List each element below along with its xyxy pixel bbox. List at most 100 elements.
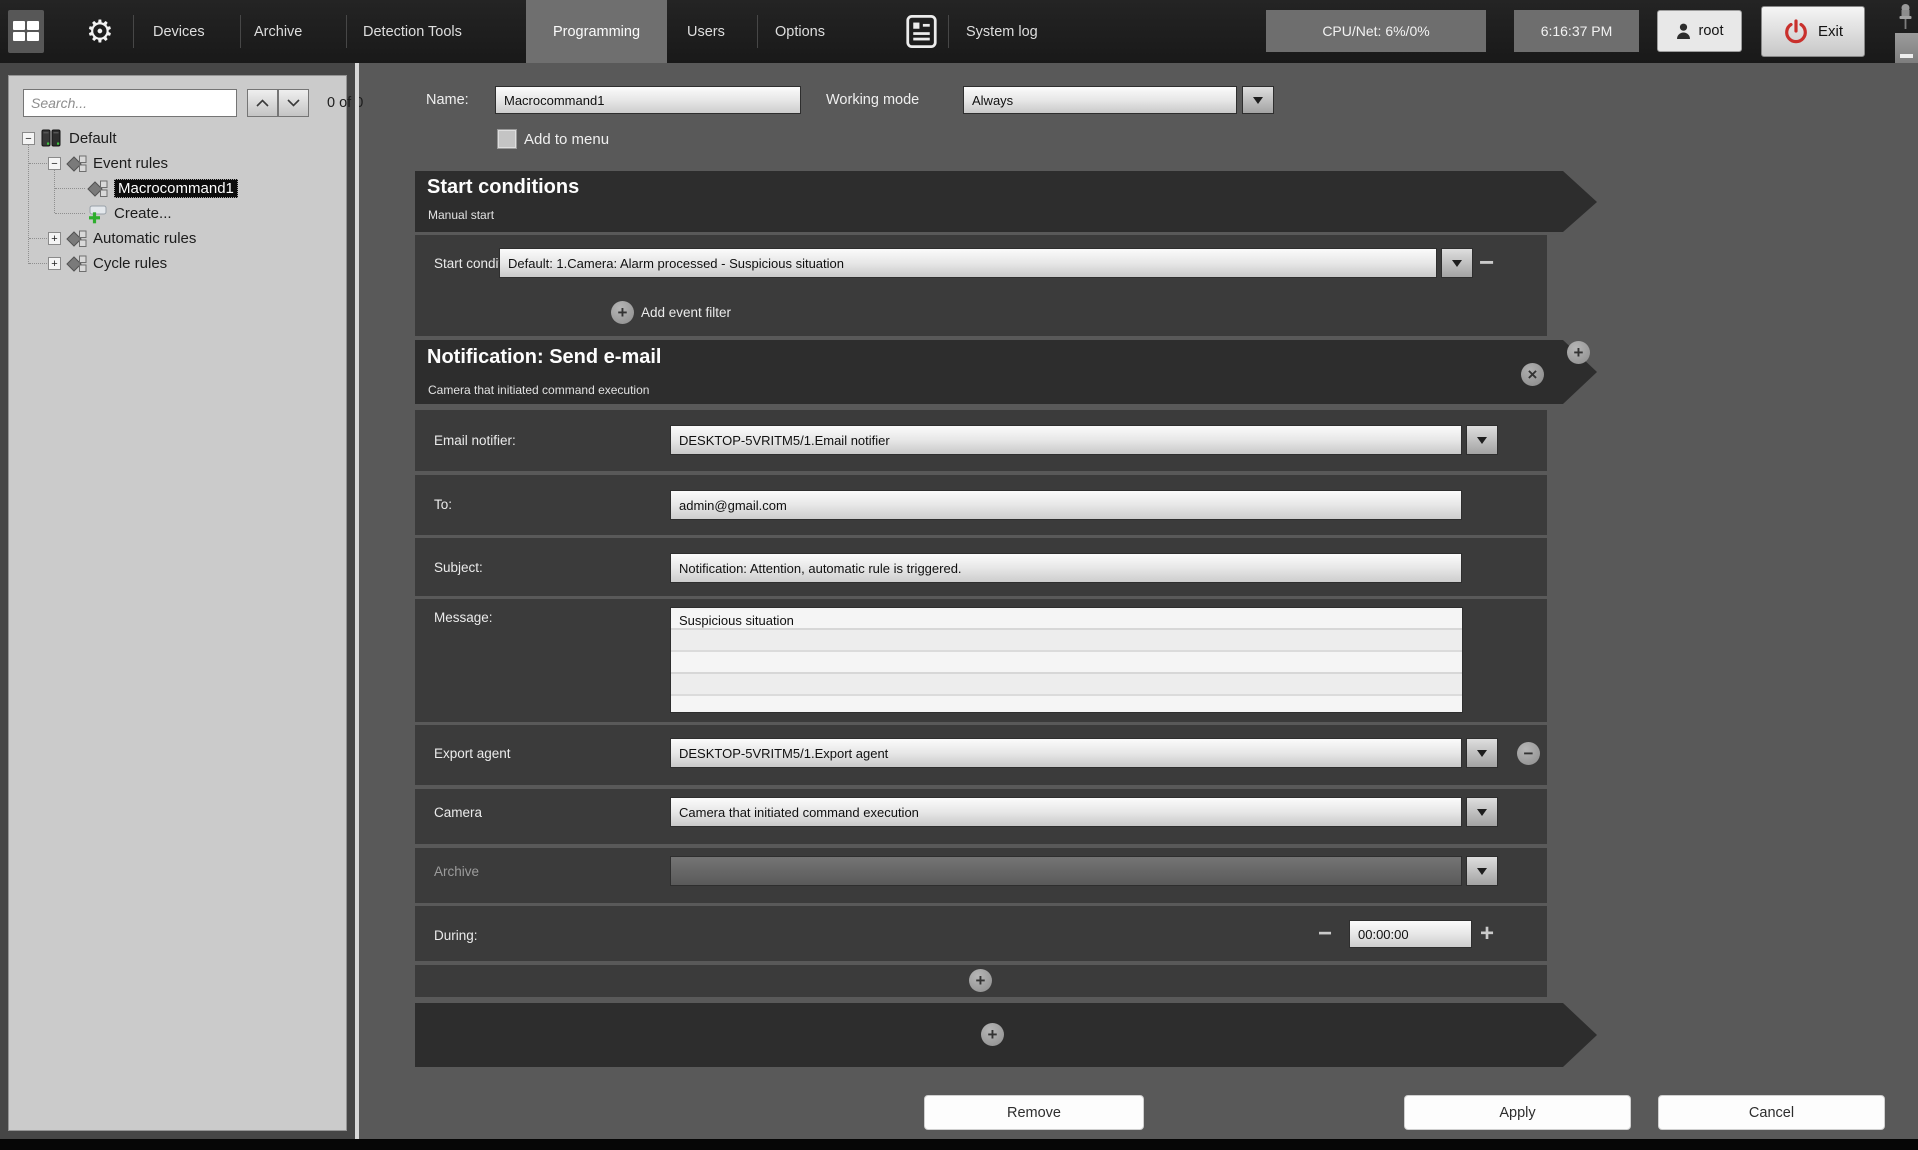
message-textarea[interactable]: Suspicious situation (670, 607, 1463, 713)
remove-condition-button[interactable]: − (1479, 249, 1494, 275)
rules-node-icon (66, 155, 87, 173)
start-condition-select[interactable]: Default: 1.Camera: Alarm processed - Sus… (499, 248, 1437, 278)
remove-export-agent-button[interactable]: − (1517, 742, 1540, 765)
add-to-menu-label: Add to menu (524, 131, 609, 148)
section-subtitle: Manual start (428, 208, 494, 222)
menu-item-programming[interactable]: Programming (526, 0, 667, 63)
email-notifier-dropdown-button[interactable] (1466, 425, 1498, 455)
export-agent-dropdown-button[interactable] (1466, 738, 1498, 768)
menu-divider (948, 15, 949, 48)
add-to-menu-checkbox[interactable] (497, 129, 517, 149)
plus-icon: + (988, 1026, 998, 1043)
during-input[interactable] (1349, 920, 1472, 948)
panel-splitter[interactable] (355, 63, 359, 1139)
chevron-down-icon (287, 99, 300, 107)
tree-item-macrocommand1[interactable]: Macrocommand1 (9, 176, 346, 201)
add-action-button[interactable]: + (1567, 341, 1590, 364)
archive-dropdown-button[interactable] (1466, 856, 1498, 886)
minimize-icon (1900, 54, 1913, 58)
menu-item-devices[interactable]: Devices (153, 0, 205, 63)
tree-item-label-selected: Macrocommand1 (114, 179, 238, 198)
start-conditions-header: Start conditions Manual start (415, 171, 1563, 232)
search-next-button[interactable] (278, 89, 309, 117)
bottom-strip (0, 1139, 1918, 1150)
expand-toggle[interactable]: + (48, 257, 61, 270)
cpu-net-indicator[interactable]: CPU/Net: 6%/0% (1266, 10, 1486, 52)
tree-item-label: Event rules (93, 155, 168, 172)
dropdown-arrow-icon (1452, 260, 1462, 267)
application-window: ⚙ Devices Archive Detection Tools Progra… (0, 0, 1918, 1150)
tree-item-label: Create... (114, 205, 172, 222)
working-mode-select[interactable]: Always (963, 86, 1237, 114)
expand-toggle[interactable]: + (48, 232, 61, 245)
tree-item-default[interactable]: − Default (9, 126, 346, 151)
subject-label: Subject: (434, 560, 483, 575)
working-mode-label: Working mode (826, 92, 919, 108)
menu-divider (240, 15, 241, 48)
search-input[interactable] (23, 89, 237, 117)
menu-item-archive[interactable]: Archive (254, 0, 302, 63)
to-label: To: (434, 497, 452, 512)
menu-item-system-log[interactable]: System log (966, 0, 1038, 63)
gear-icon: ⚙ (86, 14, 114, 50)
menu-item-users[interactable]: Users (687, 0, 725, 63)
during-label: During: (434, 928, 478, 943)
plus-icon: + (976, 972, 986, 989)
tree-item-label: Cycle rules (93, 255, 167, 272)
cancel-button[interactable]: Cancel (1658, 1095, 1885, 1130)
collapse-toggle[interactable]: − (22, 132, 35, 145)
remove-button[interactable]: Remove (924, 1095, 1144, 1130)
collapse-toggle[interactable]: − (48, 157, 61, 170)
settings-gear-button[interactable]: ⚙ (86, 0, 114, 63)
working-mode-dropdown-button[interactable] (1242, 86, 1274, 114)
user-icon (1676, 23, 1691, 40)
app-grid-button[interactable] (8, 10, 44, 53)
exit-button[interactable]: Exit (1761, 6, 1865, 57)
tree-item-event-rules[interactable]: − Event rules (9, 151, 346, 176)
search-prev-button[interactable] (247, 89, 278, 117)
subject-input[interactable] (670, 553, 1462, 583)
tree-item-automatic-rules[interactable]: + Automatic rules (9, 226, 346, 251)
notification-header: Notification: Send e-mail Camera that in… (415, 340, 1563, 404)
user-button[interactable]: root (1657, 10, 1742, 52)
remove-action-close-button[interactable]: × (1521, 363, 1544, 386)
during-decrease-button[interactable]: − (1318, 922, 1332, 946)
export-agent-label: Export agent (434, 746, 511, 761)
export-agent-select[interactable]: DESKTOP-5VRITM5/1.Export agent (670, 738, 1462, 768)
tree-item-create[interactable]: Create... (9, 201, 346, 226)
menu-divider (757, 15, 758, 48)
close-icon: × (1528, 366, 1538, 383)
add-new-action-button[interactable]: + (981, 1023, 1004, 1046)
top-menu-bar: ⚙ Devices Archive Detection Tools Progra… (0, 0, 1918, 63)
object-tree: − Default − (9, 126, 346, 276)
object-tree-panel: 0 of 0 − (8, 75, 347, 1131)
system-log-icon[interactable] (905, 14, 938, 54)
tree-item-label: Default (69, 130, 117, 147)
to-input[interactable] (670, 490, 1462, 520)
plus-icon: + (1574, 344, 1584, 361)
minus-icon: − (1524, 745, 1534, 762)
exit-label: Exit (1818, 23, 1843, 40)
archive-select-disabled (670, 856, 1462, 886)
during-increase-button[interactable]: + (1480, 922, 1494, 946)
add-event-filter-button[interactable]: + (611, 301, 634, 324)
menu-item-detection-tools[interactable]: Detection Tools (363, 0, 462, 63)
server-icon (40, 129, 63, 148)
add-parameter-button[interactable]: + (969, 969, 992, 992)
menu-item-options[interactable]: Options (775, 0, 825, 63)
camera-dropdown-button[interactable] (1466, 797, 1498, 827)
pin-icon[interactable] (1896, 3, 1915, 32)
dropdown-arrow-icon (1477, 750, 1487, 757)
email-notifier-label: Email notifier: (434, 433, 516, 448)
rules-node-icon (66, 255, 87, 273)
clock-indicator[interactable]: 6:16:37 PM (1514, 10, 1639, 52)
minimize-button[interactable] (1895, 33, 1918, 63)
tree-item-cycle-rules[interactable]: + Cycle rules (9, 251, 346, 276)
user-name: root (1699, 23, 1724, 39)
name-input[interactable] (495, 86, 801, 114)
email-notifier-select[interactable]: DESKTOP-5VRITM5/1.Email notifier (670, 425, 1462, 455)
camera-select[interactable]: Camera that initiated command execution (670, 797, 1462, 827)
apply-button[interactable]: Apply (1404, 1095, 1631, 1130)
start-condition-dropdown-button[interactable] (1441, 248, 1473, 278)
create-new-icon (87, 204, 108, 224)
